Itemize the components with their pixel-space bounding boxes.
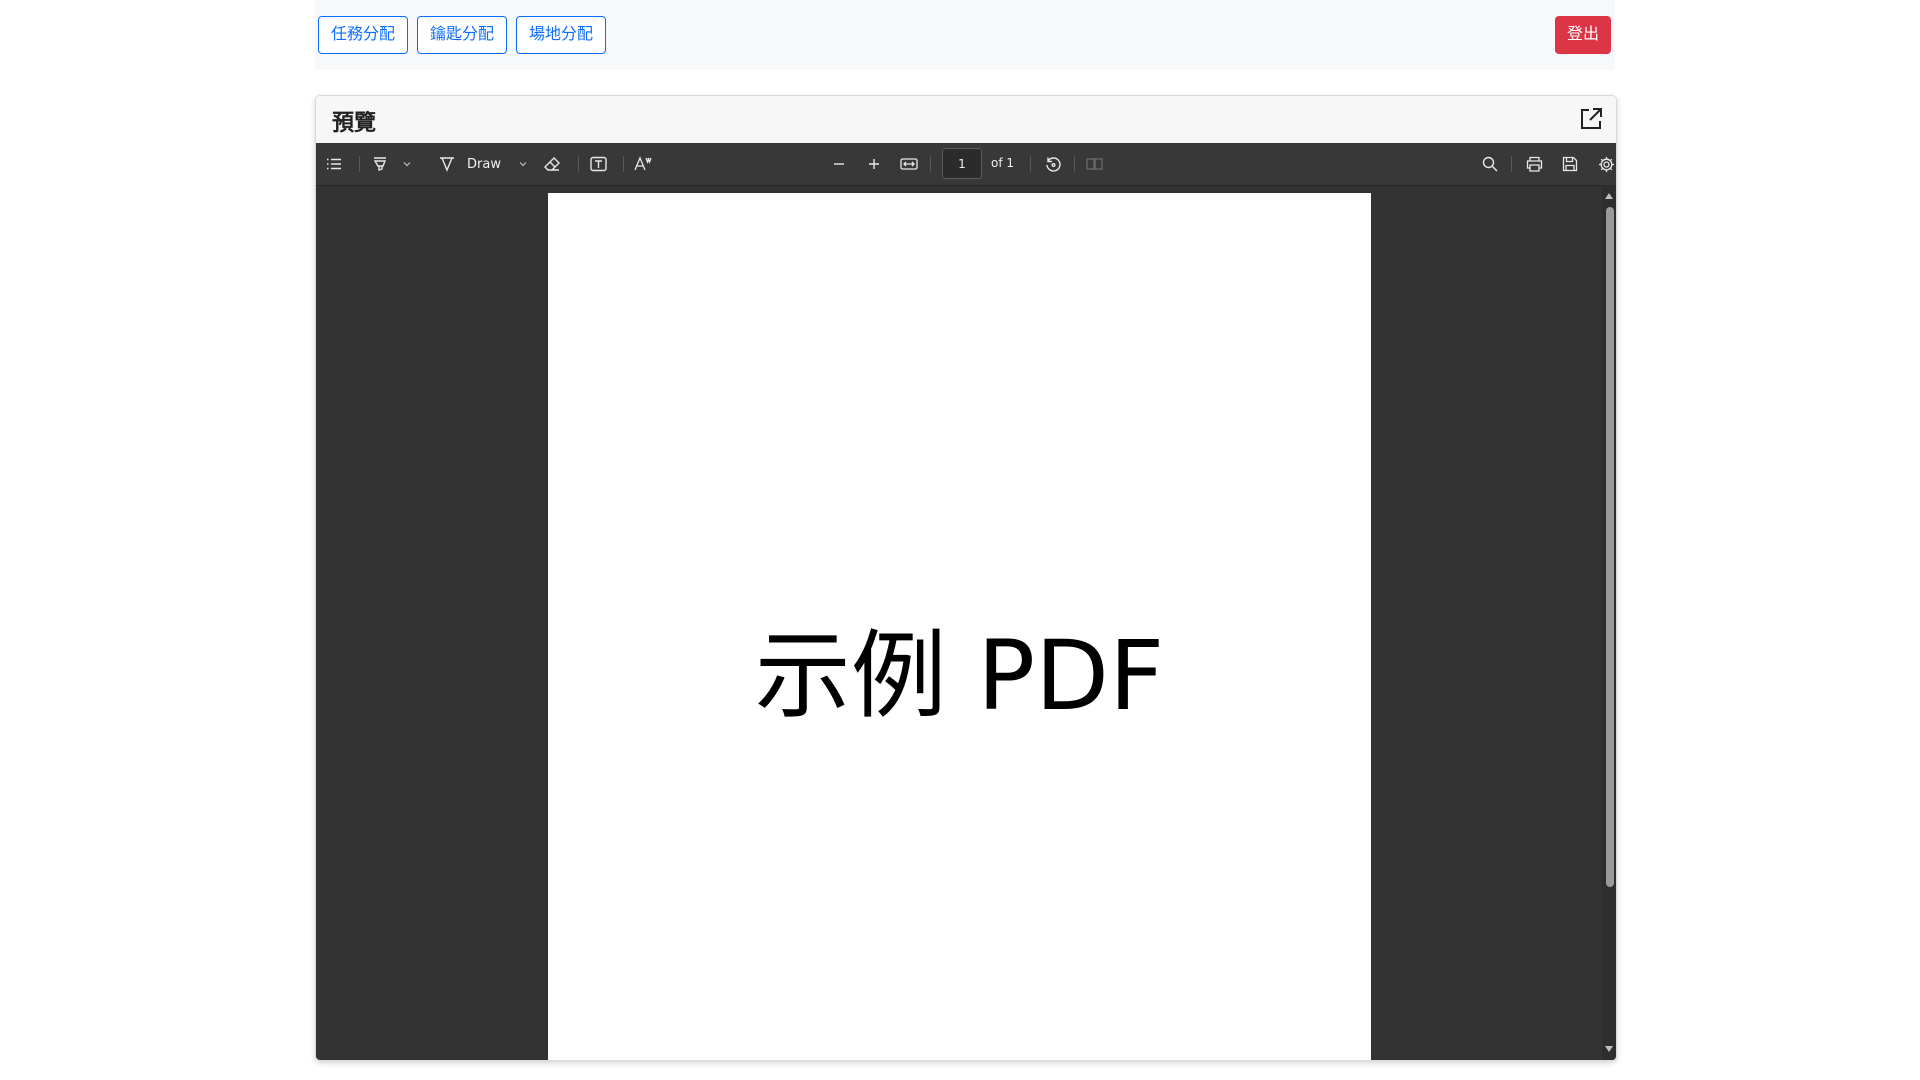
scroll-up-arrow-icon[interactable] [1605, 193, 1613, 199]
draw-dropdown-chevron-icon[interactable] [517, 143, 529, 185]
toolbar-divider [623, 156, 624, 172]
scroll-down-arrow-icon[interactable] [1605, 1046, 1613, 1052]
page-count-label: of 1 [991, 156, 1015, 170]
text-box-icon[interactable] [588, 143, 608, 185]
draw-icon[interactable] [438, 143, 456, 185]
open-in-new-window-icon[interactable] [1578, 106, 1604, 132]
toolbar-divider [1511, 156, 1512, 172]
rotate-icon[interactable] [1043, 143, 1063, 185]
text-style-icon[interactable] [633, 143, 653, 185]
zoom-out-icon[interactable] [830, 143, 848, 185]
preview-title: 預覽 [332, 111, 377, 136]
task-assignment-button[interactable]: 任務分配 [318, 16, 409, 54]
fit-page-icon[interactable] [899, 143, 919, 185]
pdf-page: 示例 PDF [548, 193, 1371, 1060]
pdf-page-text: 示例 PDF [754, 620, 1165, 732]
two-page-icon [1084, 143, 1104, 185]
pdf-toolbar: Draw 1 of 1 [316, 143, 1616, 186]
toolbar-divider [578, 156, 579, 172]
top-navigation-bar: 任務分配 鑰匙分配 場地分配 登出 [315, 0, 1615, 70]
scrollbar-thumb[interactable] [1606, 207, 1614, 887]
highlight-icon[interactable] [371, 143, 389, 185]
draw-button[interactable]: Draw [464, 143, 504, 185]
page-number-input[interactable] [942, 148, 982, 179]
key-assignment-button[interactable]: 鑰匙分配 [417, 16, 508, 54]
search-icon[interactable] [1480, 143, 1500, 185]
highlight-dropdown-chevron-icon[interactable] [401, 143, 413, 185]
toolbar-divider [930, 156, 931, 172]
pdf-viewer: Draw 1 of 1 示例 PDF [316, 143, 1616, 1060]
outline-icon[interactable] [324, 143, 344, 185]
preview-card-header: 預覽 [316, 96, 1616, 144]
toolbar-divider [1074, 156, 1075, 172]
eraser-icon[interactable] [542, 143, 562, 185]
toolbar-divider [1030, 156, 1031, 172]
venue-assignment-button[interactable]: 場地分配 [516, 16, 607, 54]
logout-button[interactable]: 登出 [1554, 16, 1611, 54]
toolbar-divider [359, 156, 360, 172]
settings-icon[interactable] [1596, 143, 1616, 185]
vertical-scrollbar[interactable] [1602, 185, 1616, 1060]
draw-label: Draw [467, 156, 501, 172]
print-icon[interactable] [1524, 143, 1544, 185]
save-icon[interactable] [1560, 143, 1580, 185]
zoom-in-icon[interactable] [865, 143, 883, 185]
preview-card: 預覽 Draw 1 of 1 示例 PDF [315, 95, 1617, 1061]
